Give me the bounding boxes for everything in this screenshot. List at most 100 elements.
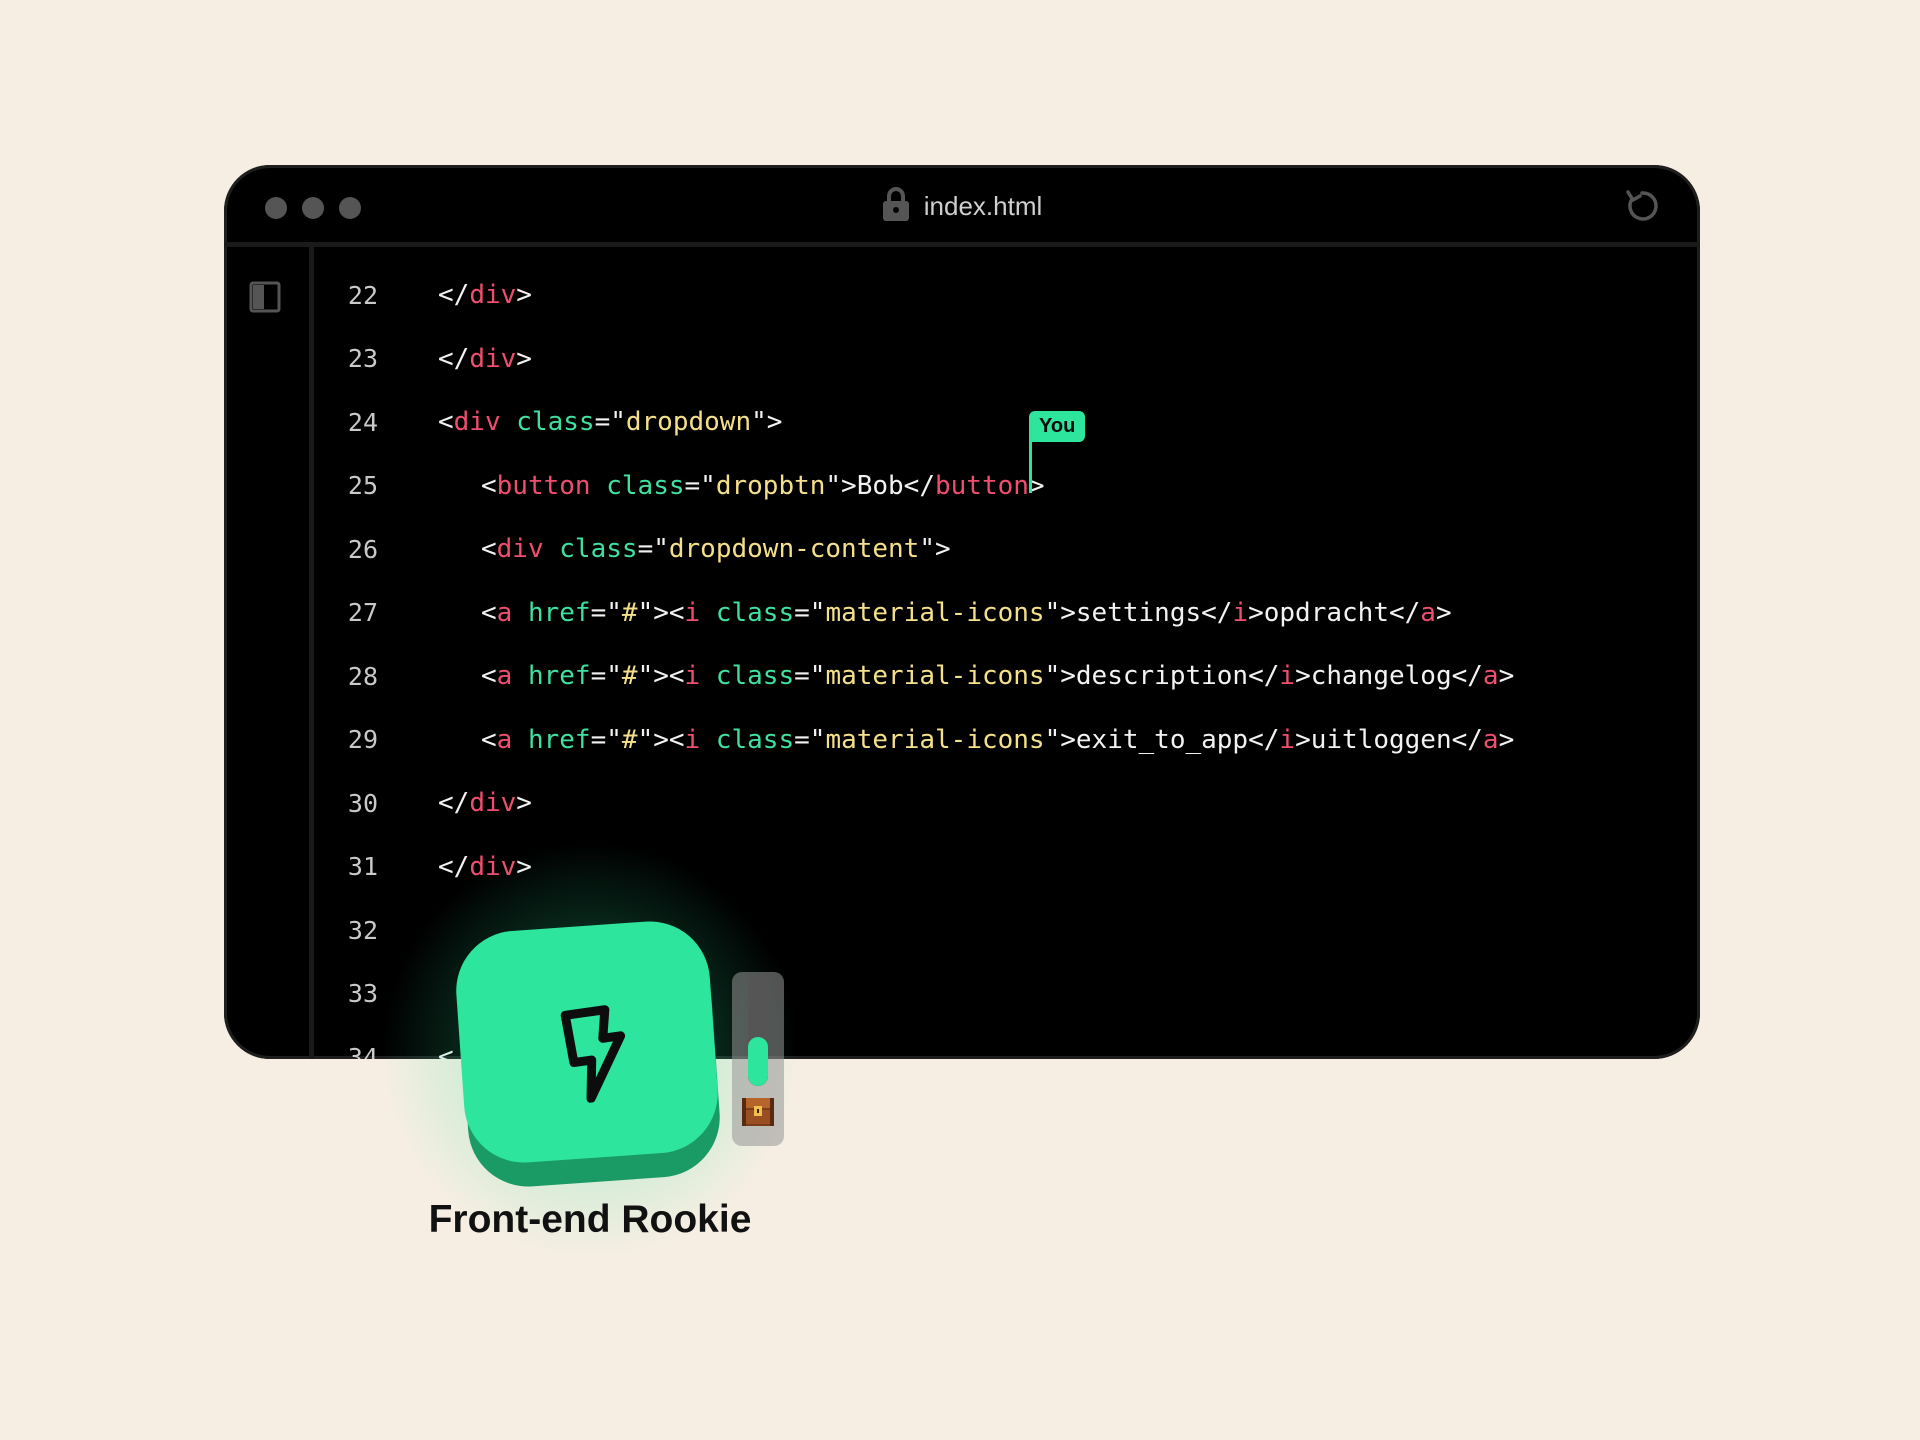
code-token: ">exit_to_app</ <box>1044 724 1280 755</box>
code-line[interactable]: 22 </div> <box>314 275 1700 315</box>
sidebar-toggle-icon[interactable] <box>249 281 281 313</box>
line-number: 23 <box>347 344 378 373</box>
code-token: =" <box>794 597 826 628</box>
code-token: button <box>934 470 1029 501</box>
code-token: a <box>1420 597 1436 628</box>
code-token: material-icons <box>825 597 1045 628</box>
line-number: 28 <box>347 661 378 691</box>
code-token: div <box>469 280 517 310</box>
code-token: =" <box>590 724 622 755</box>
code-token: i <box>1279 724 1296 755</box>
code-token: =" <box>637 534 669 564</box>
code-token: class <box>559 534 638 564</box>
code-line[interactable]: 24 <div class="dropdown"> <box>314 402 1700 442</box>
code-token: div <box>496 534 544 564</box>
code-token: class <box>715 661 795 691</box>
code-line[interactable]: 27 <a href="#"><i class="material-icons">… <box>314 593 1700 633</box>
code-token: > <box>1498 661 1515 691</box>
code-token: i <box>684 597 701 628</box>
code-token: ">settings</ <box>1044 597 1233 628</box>
achievement-title: Front-end Rookie <box>428 1198 752 1241</box>
code-token: > <box>1498 724 1515 755</box>
code-token: href <box>527 724 591 755</box>
code-line[interactable]: 23 </div> <box>314 339 1700 379</box>
editor-sidebar <box>224 247 314 1059</box>
line-number: 30 <box>347 788 378 818</box>
code-token: </ <box>438 788 470 818</box>
code-token: =" <box>594 407 626 437</box>
progress-fill <box>748 1036 768 1086</box>
code-token: ">< <box>637 724 685 755</box>
code-token: # <box>621 724 638 755</box>
reload-icon[interactable] <box>1624 188 1660 224</box>
line-number: 26 <box>347 534 378 564</box>
code-line[interactable]: 25 <button class="dropbtn">Bob</button> <box>314 466 1700 506</box>
code-text: </div> <box>438 280 532 310</box>
achievement-progress <box>732 972 784 1146</box>
achievement-badge[interactable] <box>452 917 726 1191</box>
code-token: ">Bob</ <box>825 470 935 501</box>
code-token: > <box>516 343 532 374</box>
code-text: <a href="#"><i class="material-icons">se… <box>481 598 1452 628</box>
code-line[interactable]: 26 <div class="dropdown-content"> <box>314 529 1700 569</box>
line-number: 33 <box>347 979 378 1008</box>
code-token: =" <box>590 597 622 628</box>
badge-face <box>452 917 722 1167</box>
code-text: <button class="dropbtn">Bob</button> <box>481 471 1045 501</box>
code-token: </ <box>438 280 470 310</box>
code-line[interactable]: 29 <a href="#"><i class="material-icons">… <box>314 720 1700 760</box>
code-text: <div class="dropdown-content"> <box>481 534 951 564</box>
line-number: 24 <box>347 407 378 437</box>
code-token: button <box>496 470 591 501</box>
code-token: material-icons <box>825 661 1045 691</box>
code-line[interactable]: 28 <a href="#"><i class="material-icons">… <box>314 656 1700 696</box>
code-text: <a href="#"><i class="material-icons">ex… <box>481 725 1514 755</box>
code-token: a <box>1482 661 1499 691</box>
code-token: div <box>469 788 517 818</box>
code-token: >changelog</ <box>1295 661 1483 691</box>
line-number: 29 <box>347 725 378 754</box>
code-token: >opdracht</ <box>1248 597 1421 628</box>
code-token: dropdown <box>625 407 752 437</box>
code-token: >uitloggen</ <box>1295 724 1483 755</box>
code-token: < <box>481 534 497 564</box>
code-token: class <box>715 724 795 755</box>
treasure-chest-icon <box>742 1098 774 1126</box>
code-token: ">< <box>637 661 685 691</box>
code-token: href <box>527 661 591 691</box>
title-bar: index.html <box>224 165 1700 247</box>
code-token: </ <box>438 851 470 882</box>
code-text: <div class="dropdown"> <box>438 407 782 437</box>
code-token: ">< <box>637 597 685 628</box>
code-token: > <box>516 788 532 818</box>
code-token: =" <box>794 724 826 755</box>
code-token: < <box>481 724 497 755</box>
code-token: a <box>496 597 513 628</box>
code-token: > <box>516 280 532 310</box>
code-token: > <box>1435 597 1452 628</box>
code-token: # <box>621 661 638 691</box>
code-token: < <box>481 661 497 691</box>
code-token: a <box>496 724 513 755</box>
lock-icon <box>882 187 909 221</box>
code-token: div <box>453 407 501 437</box>
file-title: index.html <box>923 190 1043 221</box>
code-token: i <box>1279 661 1296 691</box>
title-group: index.html <box>224 165 1700 247</box>
line-number: 31 <box>347 852 378 881</box>
code-token: < <box>481 597 497 628</box>
code-token: href <box>527 597 591 628</box>
code-token: =" <box>684 470 716 501</box>
code-token: i <box>684 661 701 691</box>
code-token: =" <box>590 661 622 691</box>
code-line[interactable]: 30 </div> <box>314 783 1700 823</box>
line-number: 22 <box>347 280 378 310</box>
